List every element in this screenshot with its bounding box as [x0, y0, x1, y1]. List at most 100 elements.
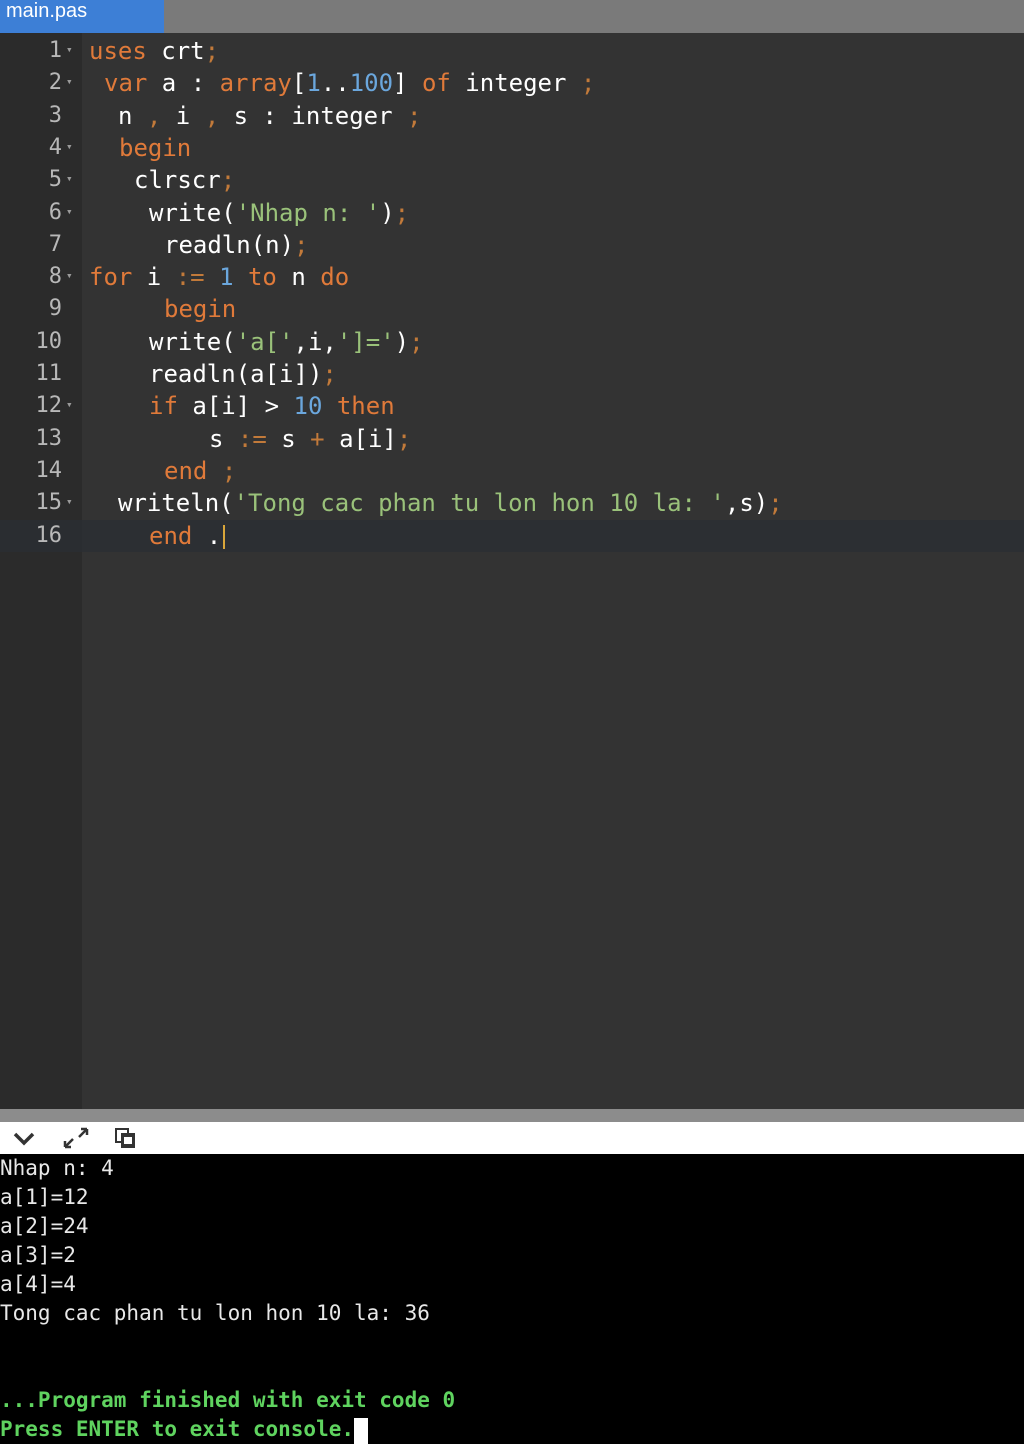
- code-line[interactable]: 16 end .: [0, 519, 1024, 552]
- ide-window: main.pas 1 ▾ uses crt; 2 ▾ var a : array[1..1…: [0, 0, 1024, 1444]
- code-token: begin: [164, 295, 237, 324]
- code-line[interactable]: 7 readln(n);: [0, 229, 1024, 261]
- code-token: ..: [320, 69, 350, 98]
- code-token: +: [310, 424, 325, 453]
- chevron-down-icon[interactable]: [10, 1126, 38, 1150]
- code-token: readln(a[i]): [149, 360, 323, 388]
- code-token: i: [132, 263, 176, 292]
- code-text: readln(n);: [164, 229, 309, 261]
- code-text: uses crt;: [89, 35, 219, 67]
- line-number: 11: [35, 361, 63, 386]
- fold-toggle-icon[interactable]: ▾: [66, 164, 73, 194]
- expand-icon[interactable]: [62, 1126, 90, 1150]
- code-line[interactable]: 5 ▾ clrscr;: [0, 164, 1024, 196]
- code-line[interactable]: 1 ▾ uses crt;: [0, 35, 1024, 67]
- fold-toggle-icon[interactable]: ▾: [66, 67, 73, 97]
- code-text: clrscr;: [134, 164, 235, 196]
- code-token: uses: [89, 37, 147, 65]
- code-editor[interactable]: 1 ▾ uses crt; 2 ▾ var a : array[1..100] of in…: [0, 33, 1024, 1109]
- line-number: 3: [48, 102, 62, 128]
- code-line[interactable]: 3 n , i , s : integer ;: [0, 100, 1024, 132]
- line-number: 7: [48, 231, 62, 257]
- code-line[interactable]: 12 ▾ if a[i] > 10 then: [0, 390, 1024, 422]
- console-resize-handle[interactable]: [0, 1109, 1024, 1122]
- console-toolbar: [0, 1122, 1024, 1154]
- code-token: var: [104, 69, 148, 98]
- console-line-text: Tong cac phan tu lon hon 10 la: 36: [0, 1301, 430, 1325]
- fold-toggle-icon[interactable]: ▾: [66, 390, 73, 420]
- code-token: of: [421, 69, 451, 98]
- code-token: end: [149, 521, 193, 550]
- console-line: a[4]=4: [0, 1270, 76, 1299]
- code-token: begin: [119, 133, 192, 162]
- console-line: Tong cac phan tu lon hon 10 la: 36: [0, 1299, 430, 1328]
- code-text: n , i , s : integer ;: [118, 100, 421, 132]
- code-token: readln(n): [164, 230, 295, 259]
- code-line[interactable]: 4 ▾ begin: [0, 132, 1024, 164]
- code-text: write('Nhap n: ');: [149, 197, 409, 229]
- code-token: ;: [220, 166, 236, 195]
- code-token: a[i] >: [177, 392, 294, 421]
- tab-bar: main.pas: [0, 0, 1024, 33]
- code-text: end ;: [164, 455, 236, 487]
- fold-toggle-icon[interactable]: ▾: [66, 487, 73, 517]
- code-token: clrscr: [134, 166, 221, 195]
- code-token: array: [219, 69, 292, 98]
- line-number: 6: [48, 199, 62, 225]
- code-token: then: [336, 392, 395, 421]
- code-line[interactable]: 15 ▾ writeln('Tong cac phan tu lon hon 10 …: [0, 487, 1024, 519]
- code-line[interactable]: 14 end ;: [0, 455, 1024, 487]
- tab-main-pas[interactable]: main.pas: [0, 0, 164, 33]
- fold-toggle-icon[interactable]: ▾: [66, 35, 73, 65]
- code-token: s: [209, 424, 238, 453]
- code-line[interactable]: 2 ▾ var a : array[1..100] of integer ;: [0, 67, 1024, 99]
- code-token: n: [118, 101, 147, 130]
- code-token: 100: [349, 69, 394, 98]
- code-token: [: [291, 69, 307, 98]
- code-token: write(: [149, 198, 236, 227]
- code-text: writeln('Tong cac phan tu lon hon 10 la:…: [118, 487, 783, 519]
- console-line-text: a[4]=4: [0, 1272, 76, 1296]
- code-line[interactable]: 8 ▾ for i := 1 to n do: [0, 261, 1024, 293]
- console-cursor: [354, 1418, 369, 1444]
- code-text: s := s + a[i];: [209, 423, 411, 455]
- code-line[interactable]: 11 readln(a[i]);: [0, 358, 1024, 390]
- code-token: 1: [306, 69, 321, 98]
- console-line-text: ...Program finished with exit code 0: [0, 1388, 456, 1412]
- code-token: ;: [394, 198, 410, 227]
- fold-toggle-icon[interactable]: ▾: [66, 261, 73, 291]
- line-number: 9: [48, 296, 62, 322]
- fold-toggle-icon[interactable]: ▾: [66, 132, 73, 162]
- code-line[interactable]: 9 begin: [0, 293, 1024, 325]
- code-line[interactable]: 13 s := s + a[i];: [0, 423, 1024, 455]
- console-line: a[1]=12: [0, 1183, 89, 1212]
- code-text: write('a[',i,']=');: [149, 326, 424, 358]
- code-token: to: [247, 263, 277, 292]
- code-token: ;: [407, 101, 422, 130]
- code-token: ;: [580, 69, 596, 98]
- code-token: if: [149, 392, 178, 421]
- code-token: :=: [237, 424, 267, 453]
- code-text: if a[i] > 10 then: [149, 390, 395, 422]
- code-line[interactable]: 10 write('a[',i,']=');: [0, 326, 1024, 358]
- console-line-text: a[2]=24: [0, 1214, 89, 1238]
- code-text: begin: [119, 132, 191, 164]
- code-token: 'a[': [235, 327, 294, 356]
- code-token: ]: [393, 69, 422, 98]
- line-number: 15: [35, 490, 63, 516]
- line-number: 12: [35, 393, 63, 419]
- fold-toggle-icon[interactable]: ▾: [66, 197, 73, 227]
- code-token: do: [320, 263, 350, 292]
- code-token: ;: [221, 456, 237, 485]
- code-token: ;: [409, 327, 424, 356]
- code-token: ,s): [724, 489, 769, 518]
- console-output[interactable]: Nhap n: 4 a[1]=12 a[2]=24 a[3]=2 a[4]=4 Tong …: [0, 1154, 1024, 1444]
- code-line[interactable]: 6 ▾ write('Nhap n: ');: [0, 197, 1024, 229]
- code-token: ;: [396, 424, 412, 453]
- copy-icon[interactable]: [112, 1126, 140, 1150]
- console-line-text: Nhap n: 4: [0, 1156, 114, 1180]
